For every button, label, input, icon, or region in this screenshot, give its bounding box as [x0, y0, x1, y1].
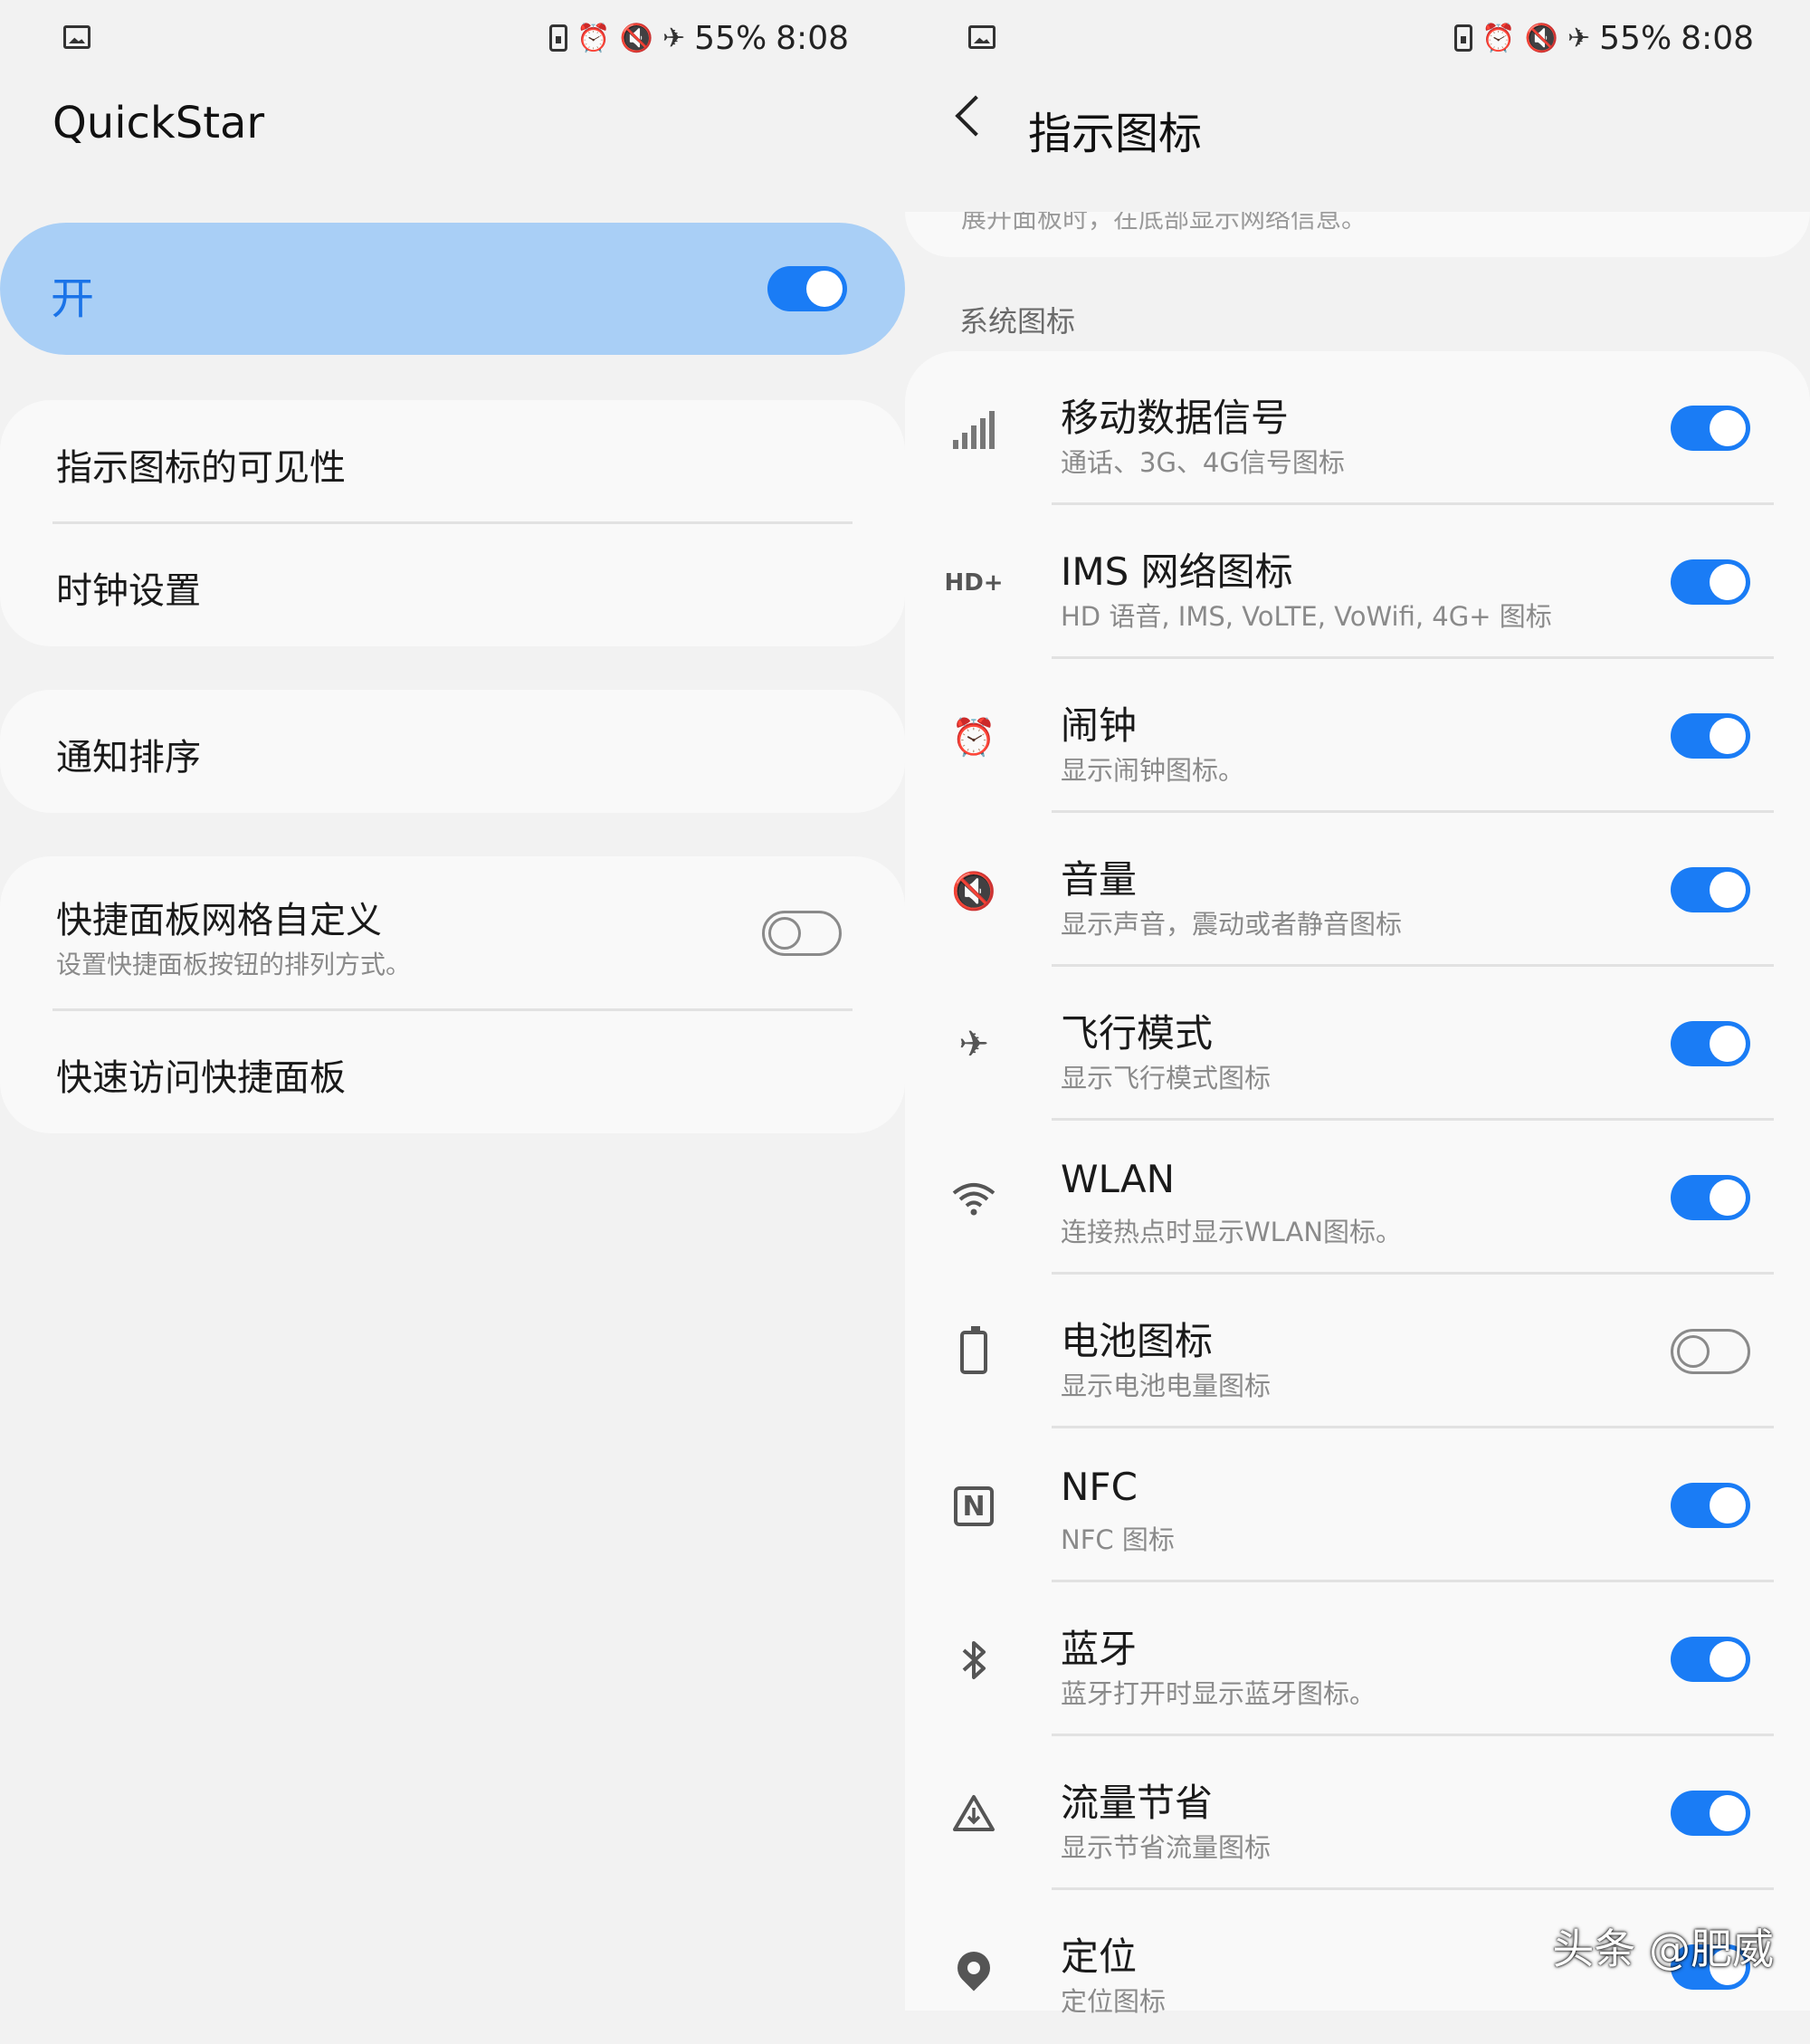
item-desc: NFC 图标 [1061, 1524, 1175, 1555]
item-desc: 显示节省流量图标 [1061, 1832, 1272, 1863]
alarm-icon: ⏰ [576, 22, 611, 54]
page-title: QuickStar [52, 98, 265, 148]
item-desc: 显示电池电量图标 [1061, 1371, 1272, 1401]
item-desc: 蓝牙打开时显示蓝牙图标。 [1061, 1678, 1377, 1709]
toggle-mobile-signal[interactable] [1671, 406, 1750, 451]
system-icons-list: 移动数据信号 通话、3G、4G信号图标 HD+ IMS 网络图标 HD 语音, … [905, 351, 1810, 2017]
battery-icon [945, 1325, 1003, 1380]
list-item-volume[interactable]: 🔇 音量 显示声音，震动或者静音图标 [905, 813, 1810, 967]
alarm-icon: ⏰ [1481, 22, 1516, 54]
item-desc: 显示闹钟图标。 [1061, 755, 1245, 786]
list-item-ims[interactable]: HD+ IMS 网络图标 HD 语音, IMS, VoLTE, VoWifi, … [905, 505, 1810, 659]
battery-saver-icon [1454, 24, 1473, 52]
volume-mute-icon: 🔇 [951, 870, 996, 912]
panel-grid-customize-desc: 设置快捷面板按钮的排列方式。 [56, 950, 412, 979]
item-title: 音量 [1061, 857, 1138, 902]
clipped-description: 展开面板时，在底部显示网络信息。 [961, 212, 1367, 234]
master-toggle[interactable] [767, 266, 847, 311]
toggle-airplane[interactable] [1671, 1021, 1750, 1066]
status-bar: ⏰ 🔇 ✈ 55% 8:08 [0, 0, 905, 72]
item-title: 蓝牙 [1061, 1627, 1138, 1671]
item-desc: 显示飞行模式图标 [1061, 1063, 1272, 1094]
list-item-battery[interactable]: 电池图标 显示电池电量图标 [905, 1275, 1810, 1428]
toggle-wlan[interactable] [1671, 1175, 1750, 1220]
item-title: 闹钟 [1061, 703, 1138, 748]
list-item-mobile-signal[interactable]: 移动数据信号 通话、3G、4G信号图标 [905, 351, 1810, 505]
settings-group-2: 通知排序 [0, 690, 905, 813]
item-desc: 连接热点时显示WLAN图标。 [1061, 1217, 1403, 1247]
back-arrow-icon[interactable] [955, 95, 996, 137]
divider [52, 521, 853, 524]
toggle-data-saver[interactable] [1671, 1791, 1750, 1836]
watermark: 头条 @肥威 [1552, 1925, 1774, 1973]
bluetooth-icon [945, 1633, 1003, 1687]
airplane-icon: ✈ [662, 22, 686, 54]
quick-access-panel-item[interactable]: 快速访问快捷面板 [56, 1048, 346, 1101]
list-item-bluetooth[interactable]: 蓝牙 蓝牙打开时显示蓝牙图标。 [905, 1582, 1810, 1736]
signal-icon [945, 402, 1003, 456]
location-icon [945, 1941, 1003, 1995]
item-desc: 通话、3G、4G信号图标 [1061, 447, 1345, 478]
toggle-bluetooth[interactable] [1671, 1637, 1750, 1682]
page-title: 指示图标 [1028, 109, 1203, 159]
panel-grid-customize-item[interactable]: 快捷面板网格自定义 [56, 891, 382, 943]
clock: 8:08 [1681, 19, 1754, 57]
data-saver-icon [945, 1787, 1003, 1841]
section-header-system-icons: 系统图标 [959, 304, 1076, 339]
toggle-ims[interactable] [1671, 559, 1750, 605]
settings-group-3: 快捷面板网格自定义 设置快捷面板按钮的排列方式。 快速访问快捷面板 [0, 856, 905, 1133]
item-title: NFC [1061, 1465, 1138, 1509]
item-title: WLAN [1061, 1157, 1176, 1201]
divider [52, 1008, 853, 1011]
panel-grid-toggle[interactable] [762, 911, 842, 956]
list-item-data-saver[interactable]: 流量节省 显示节省流量图标 [905, 1736, 1810, 1890]
alarm-icon: ⏰ [951, 716, 996, 759]
wifi-icon [945, 1171, 1003, 1226]
battery-percent: 55% [1599, 19, 1672, 57]
airplane-icon: ✈ [1567, 22, 1591, 54]
item-title: 移动数据信号 [1061, 396, 1290, 440]
item-title: 定位 [1061, 1934, 1138, 1979]
indicator-visibility-item[interactable]: 指示图标的可见性 [56, 438, 346, 491]
toggle-alarm[interactable] [1671, 713, 1750, 759]
airplane-icon: ✈ [958, 1024, 989, 1065]
item-title: 电池图标 [1061, 1319, 1214, 1363]
item-title: 流量节省 [1061, 1781, 1214, 1825]
item-desc: 显示声音，震动或者静音图标 [1061, 909, 1403, 940]
indicator-icons-screen: ⏰ 🔇 ✈ 55% 8:08 指示图标 展开面板时，在底部显示网络信息。 系统图… [905, 0, 1810, 2017]
clock: 8:08 [776, 19, 849, 57]
list-item-alarm[interactable]: ⏰ 闹钟 显示闹钟图标。 [905, 659, 1810, 813]
status-bar: ⏰ 🔇 ✈ 55% 8:08 [905, 0, 1810, 72]
image-notification-icon [63, 25, 90, 49]
image-notification-icon [968, 25, 996, 49]
item-title: IMS 网络图标 [1061, 549, 1293, 594]
item-desc: HD 语音, IMS, VoLTE, VoWifi, 4G+ 图标 [1061, 601, 1552, 632]
settings-group-1: 指示图标的可见性 时钟设置 [0, 400, 905, 646]
master-switch-bar[interactable]: 开 [0, 223, 905, 355]
toggle-nfc[interactable] [1671, 1483, 1750, 1528]
notification-order-item[interactable]: 通知排序 [56, 728, 201, 780]
nfc-icon: N [945, 1479, 1003, 1533]
battery-percent: 55% [694, 19, 767, 57]
list-item-airplane[interactable]: ✈ 飞行模式 显示飞行模式图标 [905, 967, 1810, 1121]
master-switch-label: 开 [51, 273, 95, 324]
mute-icon: 🔇 [1524, 22, 1558, 54]
item-desc: 定位图标 [1061, 1986, 1167, 2017]
list-item-wlan[interactable]: WLAN 连接热点时显示WLAN图标。 [905, 1121, 1810, 1275]
hd-plus-icon: HD+ [944, 569, 1004, 597]
item-title: 飞行模式 [1061, 1011, 1214, 1055]
battery-saver-icon [549, 24, 568, 52]
toggle-volume[interactable] [1671, 867, 1750, 912]
mute-icon: 🔇 [619, 22, 653, 54]
clock-settings-item[interactable]: 时钟设置 [56, 561, 201, 614]
quickstar-screen: ⏰ 🔇 ✈ 55% 8:08 QuickStar 开 指示图标的可见性 时钟设置… [0, 0, 905, 2011]
toggle-battery[interactable] [1671, 1329, 1750, 1374]
list-item-nfc[interactable]: N NFC NFC 图标 [905, 1428, 1810, 1582]
previous-card-bottom: 展开面板时，在底部显示网络信息。 [905, 212, 1810, 257]
